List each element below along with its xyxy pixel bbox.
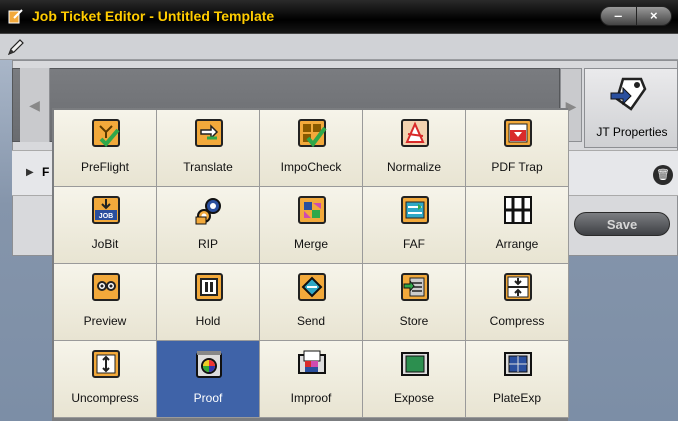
process-item-label: Uncompress (71, 391, 139, 405)
process-item-label: Expose (393, 391, 435, 405)
window-controls: ‒ × (600, 6, 672, 26)
title-bar: Job Ticket Editor - Untitled Template ‒ … (0, 0, 678, 34)
process-item-label: RIP (197, 237, 218, 251)
expand-arrow-icon[interactable]: ▶ (26, 167, 34, 178)
process-item-label: PreFlight (80, 160, 130, 174)
process-item-label: Send (296, 314, 326, 328)
expose-icon (400, 349, 430, 379)
process-item-improof[interactable]: Improof (260, 341, 363, 418)
process-item-expose[interactable]: Expose (363, 341, 466, 418)
svg-text:JOB: JOB (99, 213, 113, 220)
process-item-merge[interactable]: Merge (260, 187, 363, 264)
process-item-label: PDF Trap (491, 160, 543, 174)
process-item-label: PlateExp (492, 391, 542, 405)
process-item-label: JoBit (91, 237, 119, 251)
uncompress-icon (91, 349, 121, 379)
process-item-label: FAF (402, 237, 425, 251)
process-item-label: Arrange (495, 237, 539, 251)
pdf-trap-icon (503, 118, 533, 148)
trash-icon[interactable]: 🗑 (653, 165, 673, 185)
process-item-label: Proof (193, 391, 223, 405)
process-item-normalize[interactable]: Normalize (363, 110, 466, 187)
jt-properties-icon (610, 77, 647, 111)
process-item-label: Store (399, 314, 429, 328)
strip-scroll-left-button[interactable]: ◀ (20, 68, 50, 142)
hold-icon (194, 272, 224, 302)
jt-properties-label: JT Properties (596, 125, 668, 139)
process-item-faf[interactable]: FAF (363, 187, 466, 264)
send-icon (297, 272, 327, 302)
process-item-plateexp[interactable]: PlateExp (466, 341, 569, 418)
plateexp-icon (503, 349, 533, 379)
jt-properties-button[interactable]: JT Properties (584, 68, 678, 148)
process-item-label: Improof (290, 391, 332, 405)
close-button[interactable]: × (637, 7, 672, 25)
process-item-label: Preview (83, 314, 127, 328)
process-item-preview[interactable]: Preview (54, 264, 157, 341)
process-item-proof[interactable]: Proof (157, 341, 260, 418)
store-icon (400, 272, 430, 302)
save-button[interactable]: Save (574, 212, 670, 236)
process-item-compress[interactable]: Compress (466, 264, 569, 341)
process-item-arrange[interactable]: Arrange (466, 187, 569, 264)
improof-icon (297, 349, 327, 379)
preflight-icon (91, 118, 121, 148)
app-icon (8, 9, 23, 24)
process-item-pdf-trap[interactable]: PDF Trap (466, 110, 569, 187)
process-picker-popup: PreFlight Translate ImpoCheck Normalize PDF … (52, 108, 569, 421)
translate-icon (194, 118, 224, 148)
toolbar (0, 34, 678, 60)
process-item-label: Translate (183, 160, 233, 174)
impocheck-icon (297, 118, 327, 148)
window-title: Job Ticket Editor - Untitled Template (32, 8, 275, 24)
rip-icon (194, 195, 224, 225)
process-item-rip[interactable]: RIP (157, 187, 260, 264)
minimize-button[interactable]: ‒ (601, 7, 637, 25)
arrange-icon (503, 195, 533, 225)
process-item-label: ImpoCheck (280, 160, 342, 174)
process-item-hold[interactable]: Hold (157, 264, 260, 341)
process-row-label: F (42, 165, 50, 179)
process-item-jobit[interactable]: JOB JoBit (54, 187, 157, 264)
process-item-label: Merge (293, 237, 328, 251)
normalize-icon (400, 118, 430, 148)
jobit-icon: JOB (91, 195, 121, 225)
process-grid: PreFlight Translate ImpoCheck Normalize PDF … (54, 110, 569, 418)
process-item-store[interactable]: Store (363, 264, 466, 341)
process-item-impocheck[interactable]: ImpoCheck (260, 110, 363, 187)
process-item-label: Compress (489, 314, 545, 328)
process-item-label: Hold (195, 314, 221, 328)
faf-icon (400, 195, 430, 225)
process-item-preflight[interactable]: PreFlight (54, 110, 157, 187)
merge-icon (297, 195, 327, 225)
pencil-icon[interactable] (6, 37, 26, 57)
process-item-send[interactable]: Send (260, 264, 363, 341)
process-item-uncompress[interactable]: Uncompress (54, 341, 157, 418)
proof-icon (194, 349, 224, 379)
process-item-label: Normalize (386, 160, 441, 174)
process-item-translate[interactable]: Translate (157, 110, 260, 187)
compress-icon (503, 272, 533, 302)
preview-icon (91, 272, 121, 302)
